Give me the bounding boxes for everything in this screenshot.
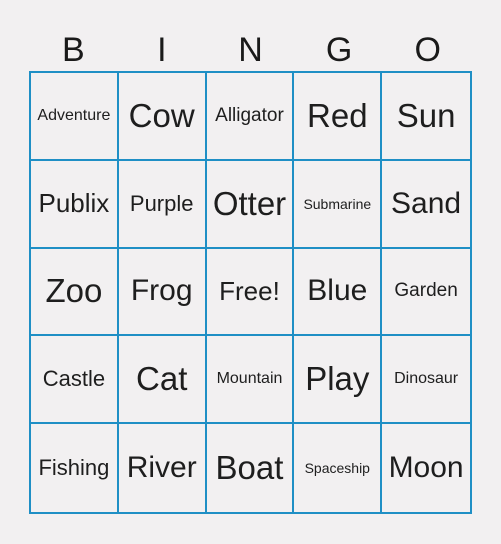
bingo-cell[interactable]: Mountain xyxy=(206,336,295,425)
bingo-cell[interactable]: Publix xyxy=(31,160,119,249)
bingo-cell[interactable]: Sun xyxy=(382,73,470,161)
header-letter-n: N xyxy=(238,31,263,69)
bingo-cell[interactable]: Red xyxy=(294,73,383,161)
bingo-cell[interactable]: Adventure xyxy=(31,73,119,161)
header-letter-i: I xyxy=(157,31,167,69)
bingo-cell[interactable]: River xyxy=(119,424,207,512)
bingo-cell[interactable]: Submarine xyxy=(294,160,383,249)
bingo-cell[interactable]: Moon xyxy=(382,424,470,512)
bingo-cell[interactable]: Fishing xyxy=(31,424,119,512)
bingo-cell[interactable]: Play xyxy=(294,336,383,425)
bingo-cell[interactable]: Purple xyxy=(118,160,207,249)
header-letter-g: G xyxy=(325,31,353,69)
header-letter-o: O xyxy=(414,31,441,69)
bingo-header: B I N G O xyxy=(29,30,472,70)
bingo-cell[interactable]: Dinosaur xyxy=(382,336,470,425)
bingo-cell[interactable]: Cow xyxy=(118,73,207,161)
bingo-cell[interactable]: Boat xyxy=(207,424,295,512)
bingo-cell[interactable]: Zoo xyxy=(31,248,119,337)
bingo-cell[interactable]: Frog xyxy=(118,248,207,337)
bingo-cell[interactable]: Spaceship xyxy=(294,424,383,512)
bingo-cell[interactable]: Otter xyxy=(206,160,295,249)
bingo-cell[interactable]: Castle xyxy=(31,336,119,425)
header-letter-b: B xyxy=(61,31,85,69)
bingo-cell[interactable]: Alligator xyxy=(206,73,295,161)
bingo-cell[interactable]: Garden xyxy=(382,249,470,337)
bingo-cell[interactable]: Blue xyxy=(294,248,383,337)
bingo-cell[interactable]: Cat xyxy=(118,336,207,425)
bingo-cell-free-space[interactable]: Free! xyxy=(206,248,295,337)
bingo-board: Adventure Cow Alligator Red Sun Publix P… xyxy=(29,71,472,514)
bingo-cell[interactable]: Sand xyxy=(382,161,470,249)
